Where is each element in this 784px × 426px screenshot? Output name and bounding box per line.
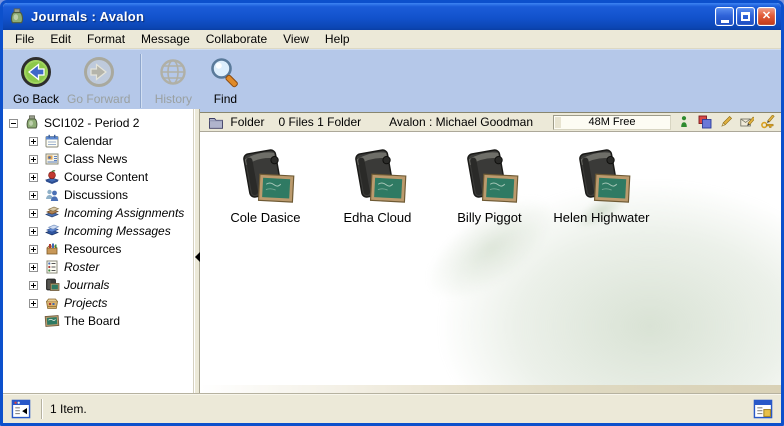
sidebar-item-discussions[interactable]: Discussions	[3, 186, 193, 204]
sidebar-item-journals[interactable]: Journals	[3, 276, 193, 294]
expand-box-icon[interactable]	[29, 191, 38, 200]
resources-box-icon	[44, 241, 60, 257]
sidebar-item-roster[interactable]: Roster	[3, 258, 193, 276]
expand-box-icon[interactable]	[29, 155, 38, 164]
minimize-icon	[721, 20, 729, 23]
flask-icon	[24, 115, 40, 131]
find-label: Find	[214, 92, 237, 106]
people-icon	[44, 187, 60, 203]
menu-file[interactable]: File	[7, 31, 42, 47]
item-count-label: 1 Item.	[50, 402, 87, 416]
sidebar-item-course-content[interactable]: Course Content	[3, 168, 193, 186]
roster-list-icon	[44, 259, 60, 275]
calendar-icon	[44, 133, 60, 149]
close-button[interactable]: ✕	[757, 7, 776, 26]
folder-icon	[208, 115, 224, 129]
journal-book-icon	[570, 146, 632, 208]
journal-list-area: Cole Dasice Edha Cloud Billy Piggot Hele…	[200, 132, 781, 393]
journal-book-icon	[44, 277, 60, 293]
status-separator	[41, 399, 42, 419]
sidebar-item-calendar[interactable]: Calendar	[3, 132, 193, 150]
forward-arrow-icon	[81, 55, 117, 91]
expand-box-icon[interactable]	[29, 263, 38, 272]
app-window: Journals : Avalon ✕ File Edit Format Mes…	[0, 0, 784, 426]
history-label: History	[155, 92, 192, 106]
news-icon	[44, 151, 60, 167]
sidebar-item-incoming-messages[interactable]: Incoming Messages	[3, 222, 193, 240]
minimize-button[interactable]	[715, 7, 734, 26]
journal-book-icon	[458, 146, 520, 208]
sidebar-item-sci102[interactable]: SCI102 - Period 2	[3, 114, 193, 132]
status-bar: 1 Item.	[3, 393, 781, 423]
expand-box-icon[interactable]	[29, 227, 38, 236]
folder-owner-label: Avalon : Michael Goodman	[389, 115, 533, 129]
course-tree: SCI102 - Period 2 Calendar Class News Co…	[3, 109, 194, 393]
journal-item-helen-highwater[interactable]: Helen Highwater	[548, 146, 654, 225]
journal-book-icon	[346, 146, 408, 208]
window-title: Journals : Avalon	[31, 9, 710, 24]
find-button[interactable]: Find	[199, 54, 251, 106]
sidebar-item-resources[interactable]: Resources	[3, 240, 193, 258]
journal-item-billy-piggot[interactable]: Billy Piggot	[436, 146, 542, 225]
navigation-toolbar: Go Back Go Forward History Find	[3, 49, 781, 109]
collapse-box-icon[interactable]	[9, 119, 18, 128]
menu-message[interactable]: Message	[133, 31, 198, 47]
sidebar-item-class-news[interactable]: Class News	[3, 150, 193, 168]
toggle-sidebar-icon[interactable]	[11, 399, 31, 419]
sidebar-item-the-board[interactable]: The Board	[3, 312, 193, 330]
menu-bar: File Edit Format Message Collaborate Vie…	[3, 30, 781, 49]
menu-help[interactable]: Help	[317, 31, 358, 47]
expand-box-icon[interactable]	[29, 245, 38, 254]
free-space-gauge: 48M Free	[553, 115, 671, 130]
journal-item-edha-cloud[interactable]: Edha Cloud	[324, 146, 430, 225]
pencil-icon[interactable]	[719, 115, 733, 129]
expand-box-icon[interactable]	[29, 281, 38, 290]
find-magnifier-icon	[207, 55, 243, 91]
folder-count-label: 0 Files 1 Folder	[278, 115, 361, 129]
title-bar[interactable]: Journals : Avalon ✕	[3, 3, 781, 30]
go-forward-label: Go Forward	[67, 92, 130, 106]
toolbar-separator	[140, 54, 141, 108]
chalkboard-icon	[44, 313, 60, 329]
main-pane: Folder 0 Files 1 Folder Avalon : Michael…	[200, 109, 781, 393]
folder-info-bar: Folder 0 Files 1 Folder Avalon : Michael…	[200, 112, 781, 132]
expand-box-icon[interactable]	[29, 299, 38, 308]
layers-icon[interactable]	[698, 115, 712, 129]
expand-box-icon[interactable]	[29, 173, 38, 182]
books-stack-blue-icon	[44, 223, 60, 239]
folder-action-icons	[677, 115, 775, 129]
maximize-button[interactable]	[736, 7, 755, 26]
expand-box-icon[interactable]	[29, 209, 38, 218]
go-back-label: Go Back	[13, 92, 59, 106]
person-icon[interactable]	[677, 115, 691, 129]
sidebar-item-projects[interactable]: Projects	[3, 294, 193, 312]
map-watermark-strip	[200, 385, 781, 393]
history-globe-icon	[155, 55, 191, 91]
go-back-button[interactable]: Go Back	[9, 54, 63, 106]
toggle-panel-icon[interactable]	[753, 399, 773, 419]
expand-box-icon[interactable]	[29, 137, 38, 146]
menu-view[interactable]: View	[275, 31, 317, 47]
used-space-segment	[555, 117, 561, 128]
free-space-label: 48M Free	[588, 116, 635, 128]
go-forward-button[interactable]: Go Forward	[63, 54, 134, 106]
folder-type-label: Folder	[230, 115, 264, 129]
edit-note-icon[interactable]	[740, 115, 754, 129]
maximize-icon	[741, 12, 750, 21]
back-arrow-icon	[18, 55, 54, 91]
app-flask-icon	[8, 8, 26, 26]
sidebar-item-incoming-assignments[interactable]: Incoming Assignments	[3, 204, 193, 222]
menu-edit[interactable]: Edit	[42, 31, 79, 47]
history-button[interactable]: History	[147, 54, 199, 106]
projects-crate-icon	[44, 295, 60, 311]
journal-book-icon	[234, 146, 296, 208]
key-pen-icon[interactable]	[761, 115, 775, 129]
close-icon: ✕	[762, 11, 771, 22]
books-stack-icon	[44, 205, 60, 221]
journal-item-cole-dasice[interactable]: Cole Dasice	[212, 146, 318, 225]
apple-books-icon	[44, 169, 60, 185]
menu-collaborate[interactable]: Collaborate	[198, 31, 275, 47]
menu-format[interactable]: Format	[79, 31, 133, 47]
